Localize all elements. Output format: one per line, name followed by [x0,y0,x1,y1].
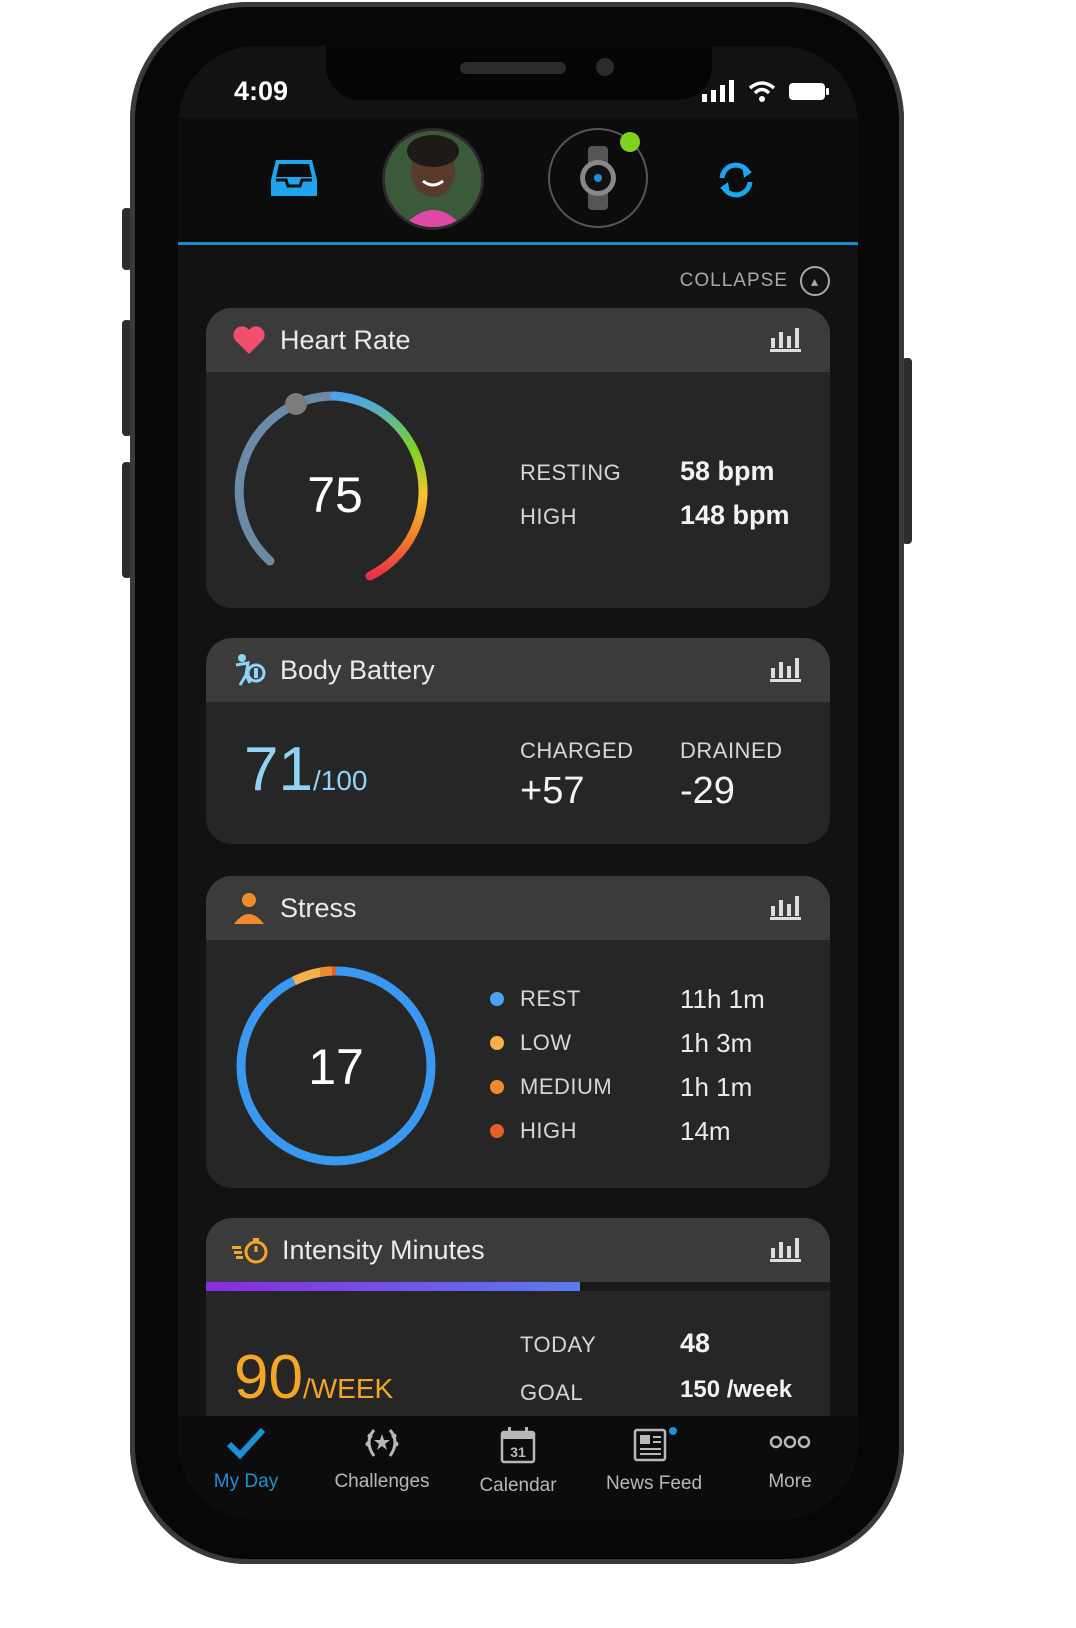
tab-calendar[interactable]: 31 Calendar [450,1426,586,1497]
card-title: Body Battery [280,654,435,685]
tab-news-feed[interactable]: News Feed [586,1426,722,1495]
inbox-icon[interactable] [270,158,318,203]
more-dots-icon [769,1435,811,1449]
body-battery-icon [235,654,266,686]
stress-level-value: 1h 1m [680,1072,753,1102]
high-label: HIGH [520,504,577,529]
wifi-icon [748,81,776,102]
tab-label: Challenges [334,1471,430,1492]
tab-label: News Feed [605,1473,703,1494]
stress-card[interactable]: Stress 17 REST 11h 1m LOW 1h 3m MEDIUM 1h 1m H… [206,876,830,1188]
connected-status-dot [620,132,640,152]
stress-level-label: HIGH [520,1118,577,1143]
intensity-value: 90 [234,1343,303,1412]
watch-icon [580,146,616,210]
card-title: Stress [280,892,357,923]
app-header [178,118,858,245]
calendar-day-number: 31 [510,1444,526,1460]
goal-label: GOAL [520,1380,584,1405]
laurel-icon [365,1429,399,1457]
calendar-icon: 31 [500,1427,536,1464]
card-title: Heart Rate [280,324,411,355]
card-title: Intensity Minutes [282,1234,485,1265]
stress-level-dot [490,1036,504,1050]
card-header: Body Battery [206,638,830,702]
drained-value: -29 [680,770,735,812]
collapse-button[interactable]: COLLAPSE ▴ [680,266,830,296]
check-icon [226,1427,266,1460]
stress-current: 17 [308,1039,364,1095]
body-battery-value: 71 [244,735,313,804]
stress-level-dot [490,1080,504,1094]
intensity-progress-fill [206,1282,581,1291]
bar-chart-icon[interactable] [770,326,802,357]
newspaper-icon [633,1427,677,1462]
collapse-label: COLLAPSE [679,270,788,291]
stress-level-dot [490,1124,504,1138]
chevron-up-icon: ▴ [800,266,830,296]
card-header: Intensity Minutes [206,1218,830,1282]
battery-icon [789,83,829,100]
bar-chart-icon[interactable] [770,656,802,687]
app-screen: 4:09 COLLAPSE ▴ Heart Rate 75 RESTING 58… [178,46,858,1520]
tab-my-day[interactable]: My Day [178,1426,314,1493]
signal-icon [702,80,734,102]
heart-icon [233,326,265,354]
tab-challenges[interactable]: Challenges [314,1426,450,1493]
stress-level-label: LOW [520,1030,572,1055]
charged-value: +57 [520,770,585,812]
card-header: Stress [206,876,830,940]
drained-label: DRAINED [680,738,783,763]
body-battery-level: 71/100 [244,734,367,805]
bottom-tab-bar: My Day Challenges 31 Calendar News Feed … [178,1416,858,1520]
goal-value: 150 /week [680,1376,793,1403]
avatar[interactable] [382,128,484,230]
status-icons [702,80,830,102]
intensity-unit: /WEEK [302,1373,394,1404]
body-battery-card[interactable]: Body Battery 71/100 CHARGED +57 DRAINED … [206,638,830,844]
sync-icon[interactable] [714,158,758,207]
today-label: TODAY [520,1332,597,1357]
notch [326,46,712,100]
tab-label: Calendar [479,1475,557,1496]
bar-chart-icon[interactable] [770,1236,802,1267]
stress-level-value: 14m [680,1116,731,1146]
today-value: 48 [680,1328,711,1358]
tab-label: My Day [213,1471,279,1492]
tab-more[interactable]: More [722,1426,858,1493]
stress-level-label: MEDIUM [520,1074,613,1099]
card-header: Heart Rate [206,308,830,372]
intensity-progress-track [206,1282,830,1291]
stress-level-label: REST [520,986,581,1011]
high-value: 148 bpm [680,500,790,530]
stress-person-icon [234,893,264,924]
intensity-weekly-total: 90/WEEK [234,1342,393,1413]
resting-value: 58 bpm [680,456,775,486]
stress-level-dot [490,992,504,1006]
stress-level-value: 1h 3m [680,1028,753,1058]
intensity-stopwatch-icon [232,1238,268,1264]
body-battery-max: /100 [312,765,368,796]
stress-level-value: 11h 1m [680,984,765,1014]
bar-chart-icon[interactable] [770,894,802,925]
heart-rate-current: 75 [307,467,363,523]
tab-label: More [768,1471,812,1492]
charged-label: CHARGED [520,738,634,763]
status-time: 4:09 [234,76,289,106]
resting-label: RESTING [520,460,622,485]
heart-rate-card[interactable]: Heart Rate 75 RESTING 58 bpm HIGH 148 bp… [206,308,830,608]
